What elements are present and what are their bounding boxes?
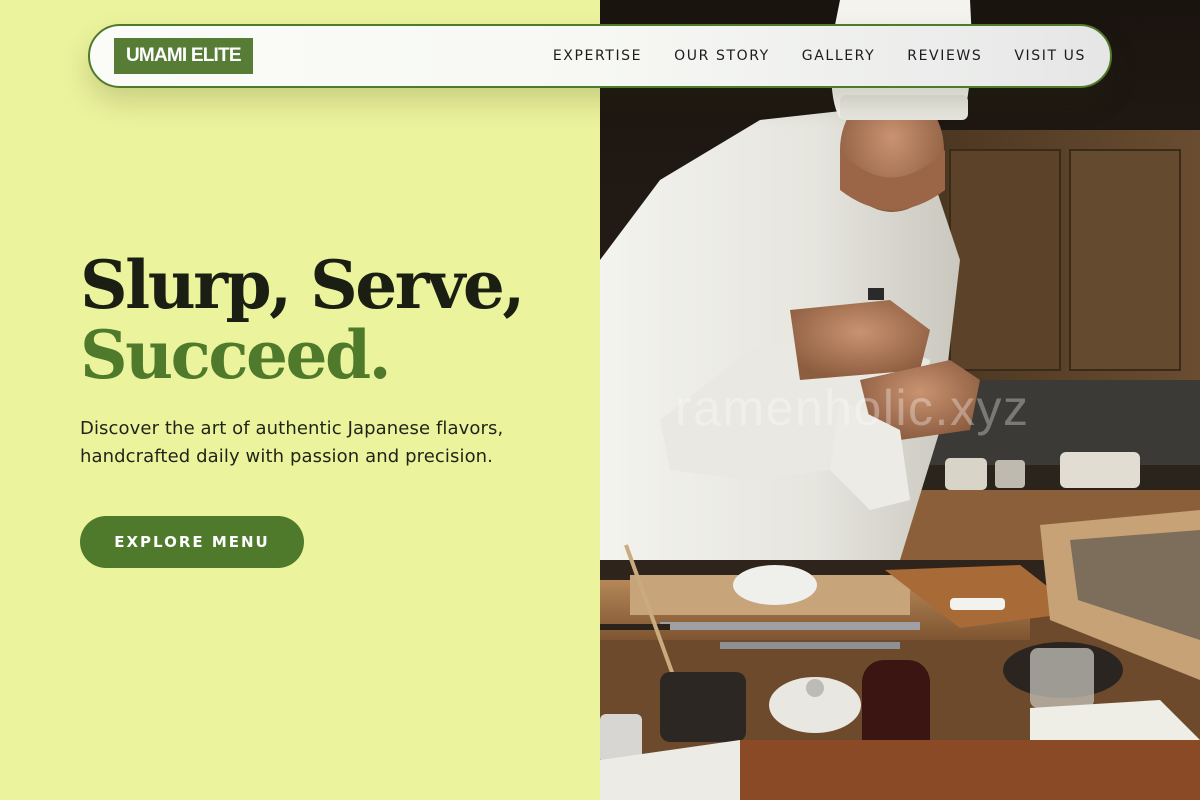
nav-link-reviews[interactable]: REVIEWS — [907, 48, 982, 64]
nav-link-gallery[interactable]: GALLERY — [802, 48, 875, 64]
hero-left-panel — [0, 0, 600, 800]
hero-title-line-1: Slurp, Serve, — [80, 246, 525, 324]
hero-title: Slurp, Serve, Succeed. — [80, 246, 525, 394]
brand-logo[interactable]: UMAMI ELITE — [114, 38, 253, 74]
hero-photo: ramenholic.xyz — [600, 0, 1200, 800]
top-navbar: UMAMI ELITE EXPERTISE OUR STORY GALLERY … — [88, 24, 1112, 88]
hero-description: Discover the art of authentic Japanese f… — [80, 418, 504, 467]
nav-links: EXPERTISE OUR STORY GALLERY REVIEWS VISI… — [553, 48, 1086, 64]
nav-link-our-story[interactable]: OUR STORY — [674, 48, 770, 64]
hero-title-line-2: Succeed. — [80, 316, 392, 394]
photo-watermark: ramenholic.xyz — [675, 380, 1029, 436]
explore-menu-button[interactable]: EXPLORE MENU — [80, 516, 304, 568]
nav-link-expertise[interactable]: EXPERTISE — [553, 48, 642, 64]
nav-link-visit-us[interactable]: VISIT US — [1014, 48, 1086, 64]
chef-photo-illustration: ramenholic.xyz — [600, 0, 1200, 800]
